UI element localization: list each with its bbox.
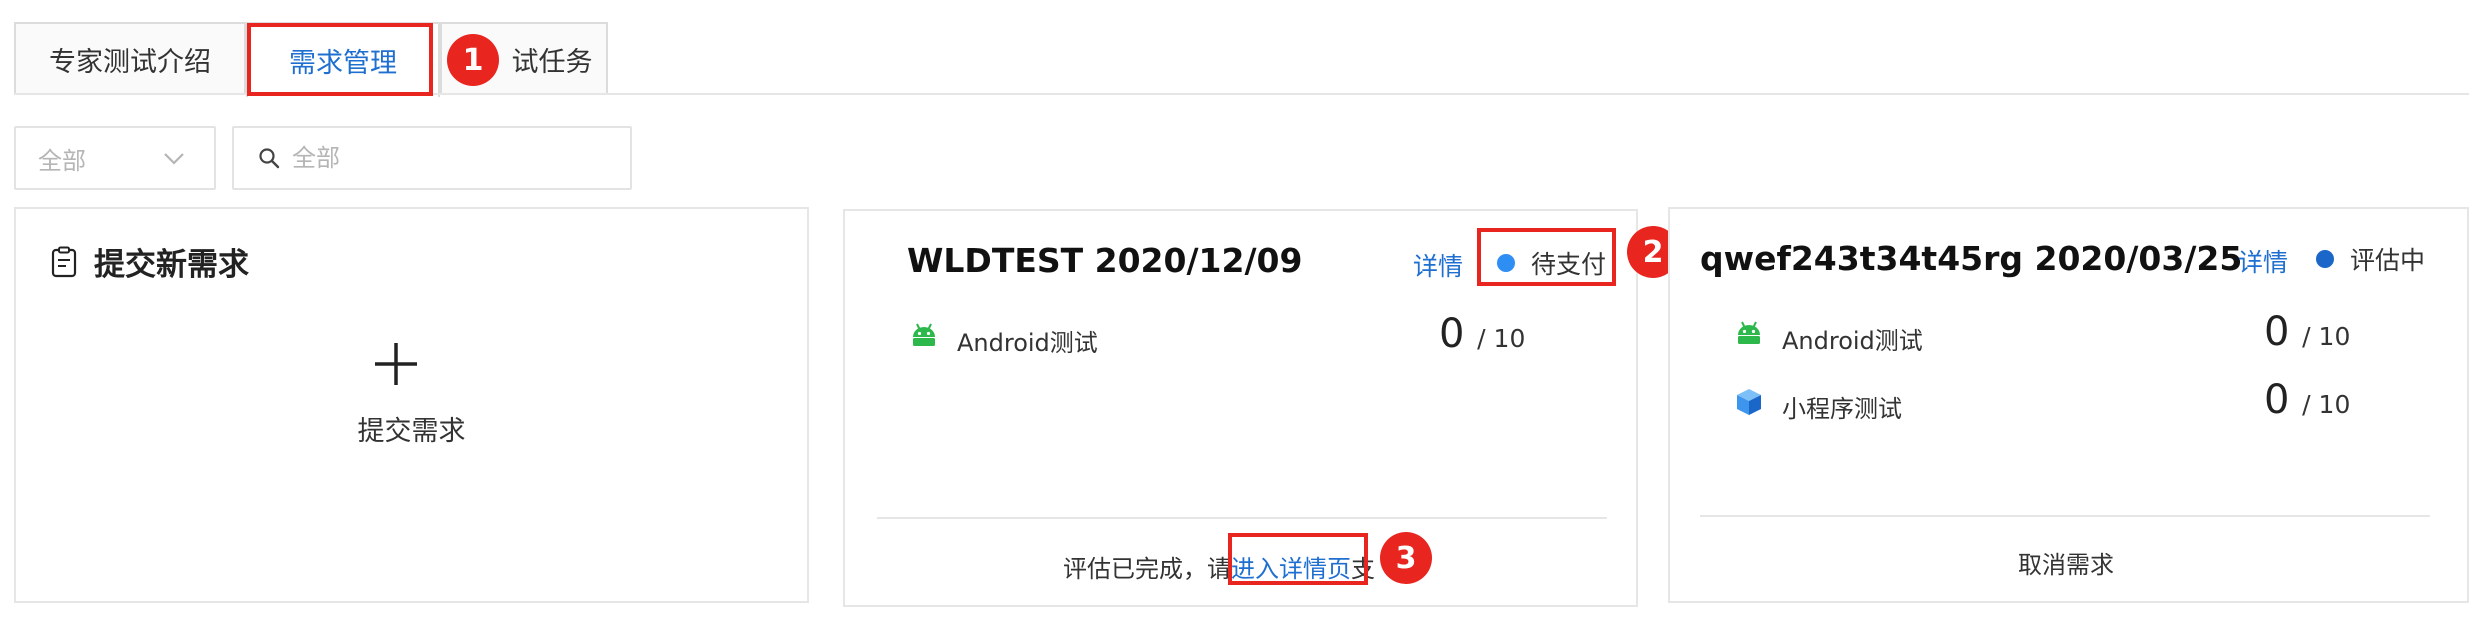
- count-value: 0: [2264, 377, 2290, 423]
- test-count: 0 / 10: [2264, 309, 2350, 355]
- annotation-badge-1: 1: [447, 34, 499, 86]
- search-icon: [259, 148, 280, 169]
- count-total: / 10: [2302, 390, 2351, 419]
- test-type-label: Android测试: [957, 329, 1098, 357]
- highlight-box-status: [1477, 228, 1616, 286]
- tab-expert-intro[interactable]: 专家测试介绍: [14, 22, 246, 95]
- plus-icon[interactable]: [361, 329, 431, 399]
- test-type-row: Android测试 0 / 10: [845, 311, 1636, 361]
- new-requirement-card[interactable]: 提交新需求 提交需求: [14, 207, 809, 603]
- card-divider: [877, 517, 1607, 519]
- status-select[interactable]: 全部: [14, 126, 216, 190]
- count-value: 0: [2264, 309, 2290, 355]
- requirement-title: qwef243t34t45rg 2020/03/25: [1700, 239, 2243, 278]
- status-label: 评估中: [2350, 246, 2426, 275]
- search-input[interactable]: [292, 144, 612, 172]
- annotation-badge-3: 3: [1380, 532, 1432, 584]
- new-requirement-title: 提交新需求: [94, 247, 249, 283]
- footer-text: 评估已完成，请: [1063, 555, 1231, 583]
- chevron-down-icon: [164, 153, 184, 165]
- test-type-label: Android测试: [1782, 327, 1923, 355]
- requirement-title: WLDTEST 2020/12/09: [907, 241, 1303, 280]
- detail-link[interactable]: 详情: [1413, 247, 1463, 283]
- highlight-box-detail-link: [1228, 533, 1368, 585]
- clipboard-icon: [51, 246, 77, 277]
- count-value: 0: [1439, 311, 1465, 357]
- count-total: / 10: [2302, 322, 2351, 351]
- requirement-card: qwef243t34t45rg 2020/03/25 详情 评估中 Androi…: [1668, 207, 2469, 603]
- test-count: 0 / 10: [1439, 311, 1525, 357]
- test-type-label: 小程序测试: [1782, 395, 1902, 423]
- test-type-row: 小程序测试 0 / 10: [1670, 377, 2467, 427]
- status-dot-icon: [2316, 250, 2334, 268]
- tab-label: 专家测试介绍: [49, 47, 211, 78]
- highlight-box-tab: [247, 23, 433, 96]
- submit-requirement-button[interactable]: 提交需求: [16, 409, 807, 448]
- select-value: 全部: [38, 146, 86, 175]
- detail-link[interactable]: 详情: [2238, 243, 2288, 279]
- test-count: 0 / 10: [2264, 377, 2350, 423]
- cancel-requirement-link[interactable]: 取消需求: [2018, 545, 2114, 580]
- count-total: / 10: [1477, 324, 1526, 353]
- card-divider: [1700, 515, 2430, 517]
- cube-icon: [1737, 389, 1761, 415]
- status-badge: 评估中: [2316, 241, 2425, 277]
- android-icon: [1738, 321, 1760, 344]
- test-type-row: Android测试 0 / 10: [1670, 309, 2467, 359]
- search-box[interactable]: [232, 126, 632, 190]
- android-icon: [913, 323, 935, 346]
- card-header: 提交新需求: [50, 239, 249, 284]
